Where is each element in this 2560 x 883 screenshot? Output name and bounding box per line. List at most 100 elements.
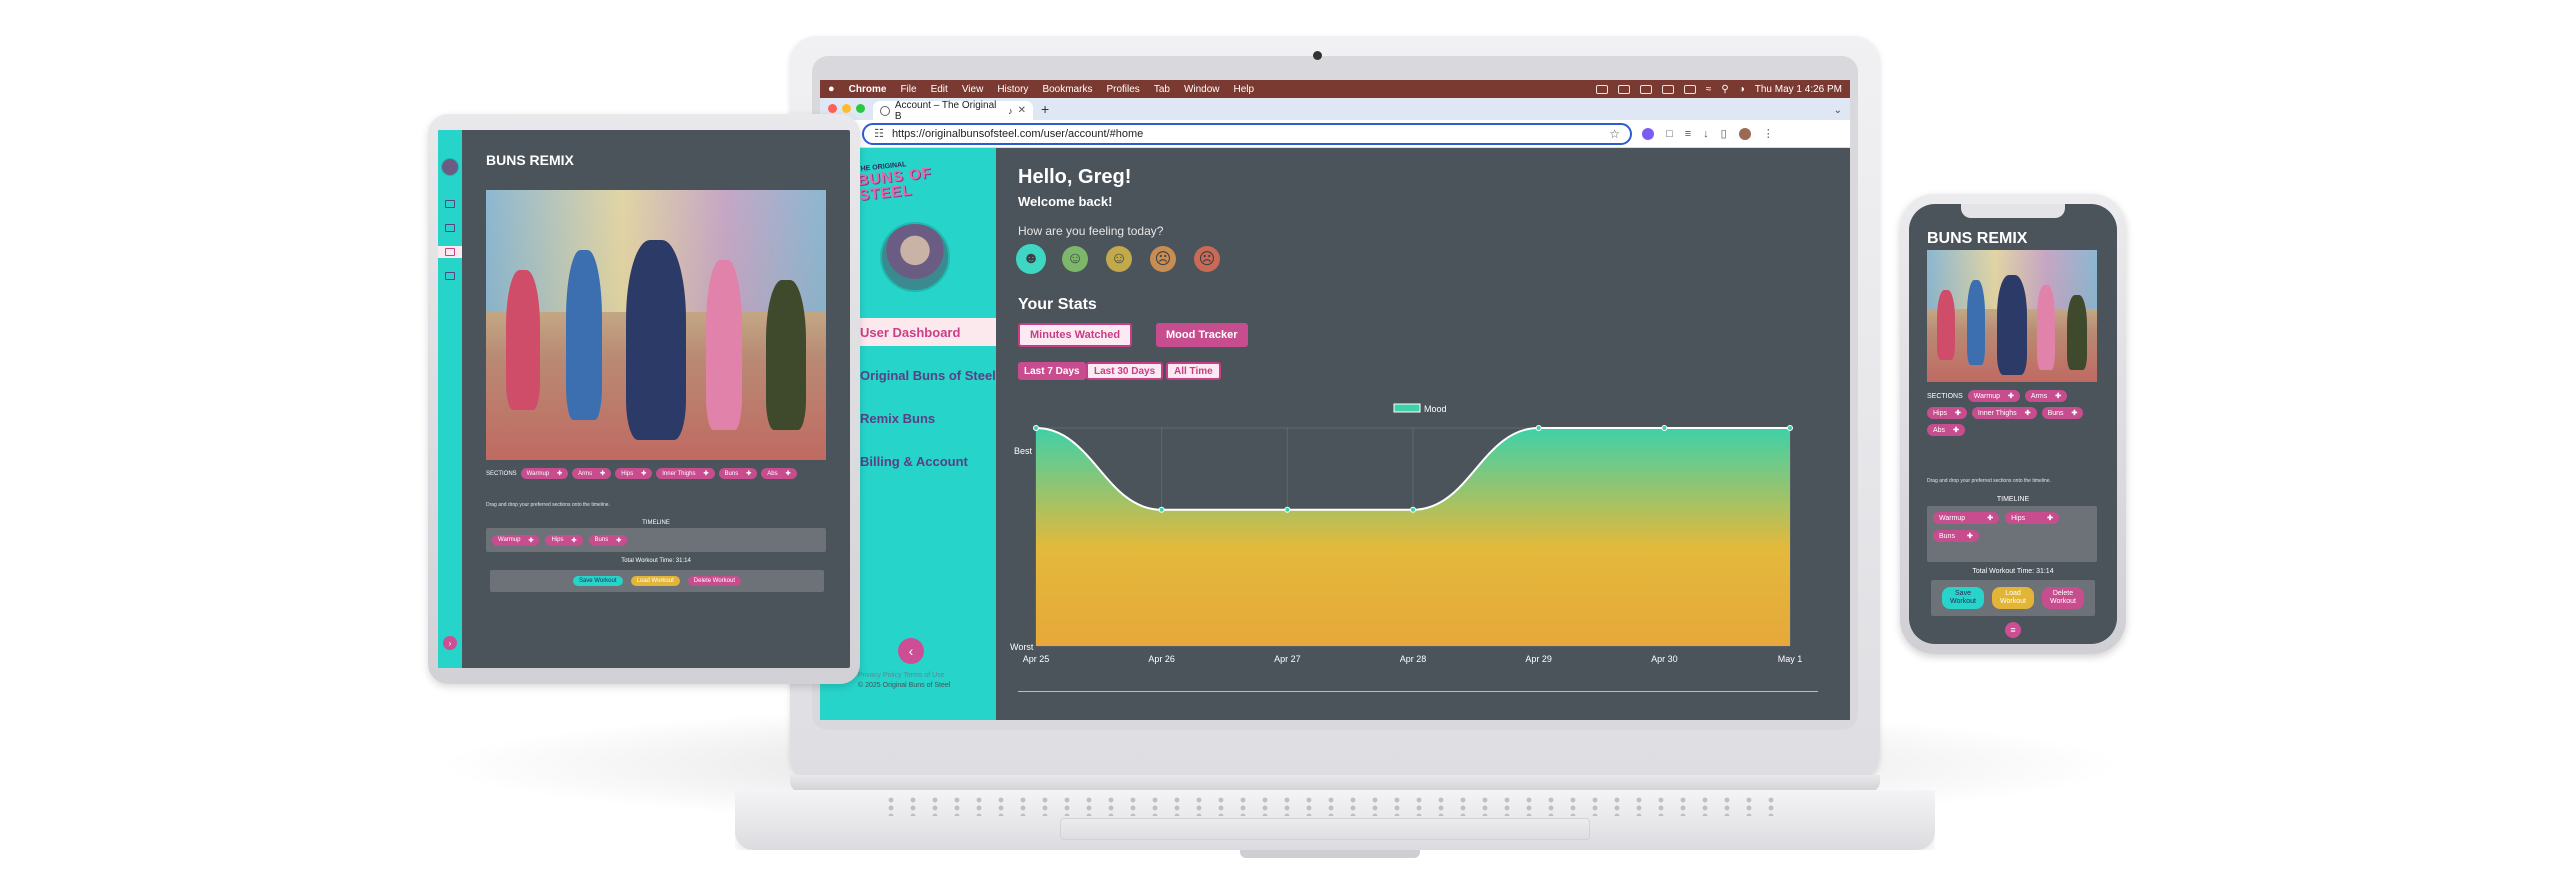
range-last-30-days[interactable]: Last 30 Days [1086, 362, 1164, 380]
section-chip[interactable]: Abs ✚ [1927, 424, 1965, 436]
menubar-profiles[interactable]: Profiles [1106, 84, 1139, 95]
hamburger-icon: ≡ [2010, 625, 2016, 635]
side-panel-icon[interactable]: ▯ [1721, 127, 1727, 140]
menubar-tab[interactable]: Tab [1154, 84, 1170, 95]
phone-timeline[interactable]: Warmup ✚ Hips ✚ Buns ✚ [1927, 506, 2097, 562]
tab-favicon-icon [880, 105, 890, 116]
timeline-chip[interactable]: Hips ✚ [2005, 512, 2059, 524]
browser-menu-icon[interactable]: ⋮ [1763, 127, 1774, 140]
mood-good-icon[interactable]: ☺ [1062, 246, 1088, 272]
section-chip[interactable]: Arms ✚ [572, 468, 612, 479]
timeline-chip[interactable]: Warmup ✚ [1933, 512, 2000, 524]
chart-point[interactable] [1535, 425, 1542, 431]
status-app-icon[interactable] [1595, 84, 1608, 94]
chart-point[interactable] [1661, 425, 1668, 431]
timeline-chip[interactable]: Warmup ✚ [492, 534, 540, 546]
menubar-file[interactable]: File [900, 84, 916, 95]
chart-point[interactable] [1787, 425, 1793, 431]
address-bar[interactable]: ☷ https://originalbunsofsteel.com/user/a… [862, 122, 1633, 145]
status-app-icon[interactable] [1639, 84, 1652, 94]
menubar-clock[interactable]: Thu May 1 4:26 PM [1755, 84, 1842, 95]
sections-label: SECTIONS [1927, 392, 1963, 400]
address-url[interactable]: https://originalbunsofsteel.com/user/acc… [892, 128, 1143, 140]
status-app-icon[interactable] [1661, 84, 1674, 94]
menubar-window[interactable]: Window [1184, 84, 1220, 95]
chart-point[interactable] [1033, 425, 1039, 431]
section-chip[interactable]: Abs ✚ [761, 468, 797, 479]
tab-minutes-watched[interactable]: Minutes Watched [1018, 323, 1133, 347]
section-chip[interactable]: Inner Thighs ✚ [1971, 407, 2037, 419]
extensions-puzzle-icon[interactable]: □ [1666, 128, 1673, 140]
menubar-app-name[interactable]: Chrome [849, 84, 887, 95]
mood-chart: Apr 25 Apr 26 Apr 27 Apr 28 Apr 29 Apr 30 May … [1010, 403, 1802, 664]
apple-icon[interactable]: ● [828, 83, 835, 95]
phone-drag-help: Drag and drop your preferred sections on… [1927, 478, 2051, 484]
load-workout-button[interactable]: Load Workout [630, 576, 680, 586]
download-icon[interactable]: ↓ [1703, 128, 1709, 140]
mood-best-icon[interactable]: ☻ [1018, 246, 1044, 272]
reading-list-icon[interactable]: ≡ [1685, 128, 1691, 140]
site-settings-icon[interactable]: ☷ [874, 127, 884, 140]
range-all-time[interactable]: All Time [1166, 362, 1221, 380]
chart-point[interactable] [1410, 506, 1416, 513]
chip-label: Buns [594, 537, 609, 543]
control-center-icon[interactable]: ◑ [1739, 84, 1745, 95]
section-chip[interactable]: Buns ✚ [718, 468, 758, 479]
chart-point[interactable] [1158, 506, 1165, 513]
new-tab-icon[interactable]: + [1041, 101, 1049, 117]
menubar-bookmarks[interactable]: Bookmarks [1042, 84, 1092, 95]
tab-audio-icon[interactable]: ♪ [1008, 106, 1013, 116]
mood-bad-icon[interactable]: ☹ [1150, 246, 1176, 272]
section-chip[interactable]: Hips ✚ [615, 468, 653, 479]
wifi-icon[interactable]: ≈ [1706, 84, 1712, 95]
phone-workout-video[interactable] [1927, 250, 2097, 382]
mood-worst-icon[interactable]: ☹ [1194, 246, 1220, 272]
extension-icon[interactable] [1642, 127, 1655, 140]
menubar-edit[interactable]: Edit [931, 84, 948, 95]
menubar-view[interactable]: View [962, 84, 984, 95]
chip-label: Warmup [1939, 514, 1966, 522]
close-window-icon[interactable] [828, 104, 837, 113]
section-chip[interactable]: Buns ✚ [2041, 407, 2084, 419]
timeline-chip[interactable]: Hips ✚ [545, 534, 583, 546]
tab-close-icon[interactable]: ✕ [1018, 105, 1026, 116]
tab-search-chevron-icon[interactable]: ⌄ [1834, 105, 1842, 116]
delete-workout-button[interactable]: Delete Workout [687, 576, 742, 586]
section-chip[interactable]: Inner Thighs ✚ [656, 468, 715, 479]
minimize-window-icon[interactable] [842, 104, 851, 113]
section-chip[interactable]: Hips ✚ [1927, 407, 1967, 419]
legend-label[interactable]: Mood [1424, 404, 1447, 414]
bookmark-star-icon[interactable]: ☆ [1609, 127, 1620, 141]
sidebar-collapse-button[interactable]: ‹ [898, 638, 924, 664]
menubar-history[interactable]: History [997, 84, 1028, 95]
legend-swatch[interactable] [1393, 403, 1421, 413]
browser-tab-active[interactable]: Account – The Original B ♪ ✕ [873, 100, 1033, 122]
menubar-help[interactable]: Help [1234, 84, 1255, 95]
section-chip[interactable]: Warmup ✚ [520, 468, 569, 479]
timeline-chip[interactable]: Buns ✚ [588, 534, 628, 546]
save-workout-button[interactable]: Save Workout [1942, 587, 1984, 609]
profile-avatar-icon[interactable] [1738, 127, 1751, 140]
section-chip[interactable]: Arms ✚ [2024, 390, 2068, 402]
zoom-window-icon[interactable] [856, 104, 865, 113]
footer-links[interactable]: Privacy Policy Terms of Use [858, 672, 945, 679]
load-workout-button[interactable]: Load Workout [1992, 587, 2034, 609]
mood-neutral-icon[interactable]: ☺ [1106, 246, 1132, 272]
timeline-chip[interactable]: Buns ✚ [1933, 530, 1979, 542]
range-last-7-days[interactable]: Last 7 Days [1018, 362, 1086, 380]
save-workout-button[interactable]: Save Workout [572, 576, 623, 586]
tablet-timeline[interactable]: Warmup ✚ Hips ✚ Buns ✚ [486, 528, 826, 552]
phone-notch [1961, 204, 2065, 218]
delete-workout-button[interactable]: Delete Workout [2042, 587, 2084, 609]
phone-menu-button[interactable]: ≡ [2005, 622, 2021, 638]
site-logo[interactable]: THE ORIGINAL BUNS OF STEEL [856, 154, 980, 208]
chart-point[interactable] [1284, 506, 1291, 513]
user-avatar[interactable] [880, 222, 950, 292]
tablet-workout-actions: Save Workout Load Workout Delete Workout [490, 570, 824, 592]
tab-mood-tracker[interactable]: Mood Tracker [1156, 323, 1248, 347]
section-chip[interactable]: Warmup ✚ [1967, 390, 2020, 402]
chip-label: Warmup [498, 537, 521, 543]
battery-icon[interactable] [1683, 84, 1696, 94]
spotlight-icon[interactable]: ⚲ [1721, 84, 1728, 95]
status-app-icon[interactable] [1617, 84, 1630, 94]
